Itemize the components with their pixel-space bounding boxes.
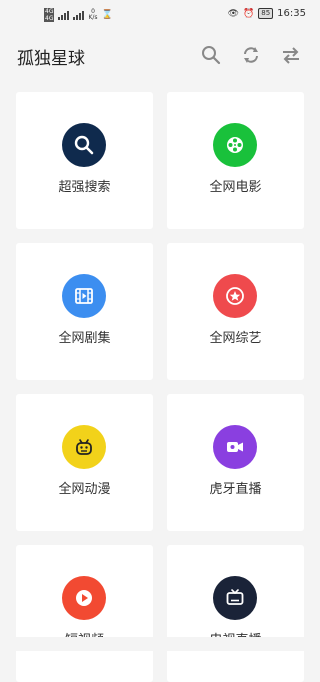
card-all-anime[interactable]: 全网动漫 xyxy=(16,394,153,531)
feature-grid: 超强搜索 全网电影 全网剧集 全网综艺 全网动漫 虎牙直播 xyxy=(16,92,304,682)
switch-button[interactable] xyxy=(278,42,304,68)
app-title: 孤独星球 xyxy=(17,49,85,69)
card-icon-circle xyxy=(62,425,106,469)
status-right: 👁 ⏰ 85 16:35 xyxy=(228,8,306,19)
app-actions xyxy=(198,42,304,68)
search-icon xyxy=(202,46,221,65)
film-reel-icon xyxy=(227,137,243,153)
card-icon-circle xyxy=(62,576,106,620)
status-bar: 4G 4G 0 K/s ⌛ 👁 ⏰ 85 16:35 xyxy=(0,0,320,30)
card-huya-live[interactable]: 虎牙直播 xyxy=(167,394,304,531)
card-icon-circle xyxy=(213,123,257,167)
sim-indicator: 4G 4G xyxy=(44,8,55,22)
app-bar: 孤独星球 xyxy=(0,30,320,80)
card-label: 全网电影 xyxy=(209,180,262,195)
search-icon xyxy=(74,135,94,155)
signal-icon-2 xyxy=(73,10,85,20)
bottom-mask xyxy=(0,637,320,651)
hourglass-icon: ⌛ xyxy=(101,10,113,20)
robot-face-icon xyxy=(76,439,92,455)
card-label: 超强搜索 xyxy=(58,180,111,195)
network-speed: 0 K/s xyxy=(88,8,98,21)
card-label: 全网动漫 xyxy=(58,482,111,497)
play-icon xyxy=(76,590,92,606)
sim2-label: 4G xyxy=(44,15,55,22)
card-icon-circle xyxy=(62,123,106,167)
card-all-movies[interactable]: 全网电影 xyxy=(167,92,304,229)
film-strip-icon xyxy=(75,288,93,304)
search-button[interactable] xyxy=(198,42,224,68)
battery-indicator: 85 xyxy=(258,8,274,19)
card-label: 虎牙直播 xyxy=(209,482,262,497)
video-camera-icon xyxy=(227,442,243,452)
card-icon-circle xyxy=(213,425,257,469)
refresh-icon xyxy=(244,47,258,63)
status-left: 4G 4G 0 K/s ⌛ xyxy=(44,8,113,22)
card-tv-live[interactable]: 电视直播 xyxy=(167,545,304,682)
card-super-search[interactable]: 超强搜索 xyxy=(16,92,153,229)
swap-arrows-icon xyxy=(283,47,299,64)
card-icon-circle xyxy=(62,274,106,318)
tv-icon xyxy=(226,589,244,605)
card-icon-circle xyxy=(213,274,257,318)
signal-icon xyxy=(58,10,70,20)
alarm-icon: ⏰ xyxy=(243,8,255,19)
eye-icon: 👁 xyxy=(227,8,240,19)
card-all-variety[interactable]: 全网综艺 xyxy=(167,243,304,380)
card-label: 全网综艺 xyxy=(209,331,262,346)
card-label: 全网剧集 xyxy=(58,331,111,346)
card-short-video[interactable]: 短视频 xyxy=(16,545,153,682)
star-icon xyxy=(226,287,244,305)
refresh-button[interactable] xyxy=(238,42,264,68)
card-icon-circle xyxy=(213,576,257,620)
clock: 16:35 xyxy=(277,8,306,19)
card-all-series[interactable]: 全网剧集 xyxy=(16,243,153,380)
sim1-label: 4G xyxy=(44,8,55,15)
